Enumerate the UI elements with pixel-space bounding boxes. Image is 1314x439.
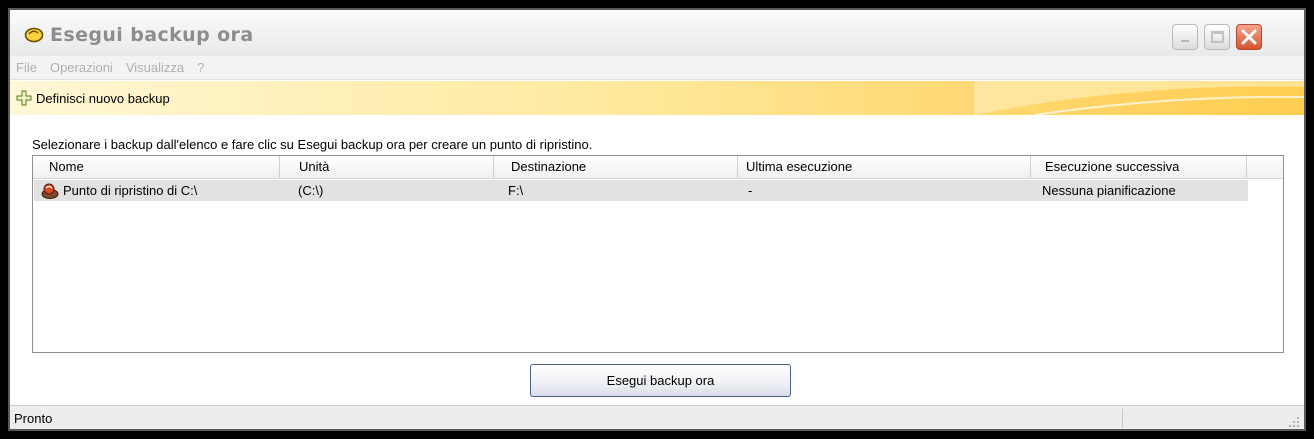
close-icon — [1241, 29, 1257, 45]
minimize-button[interactable] — [1172, 24, 1198, 50]
maximize-button[interactable] — [1204, 24, 1230, 50]
menu-visualizza[interactable]: Visualizza — [126, 60, 184, 75]
cell-ultima-esecuzione: - — [748, 183, 753, 198]
column-header-ultima-esecuzione[interactable]: Ultima esecuzione — [738, 156, 1031, 178]
define-new-backup-label: Definisci nuovo backup — [36, 90, 170, 106]
menu-help[interactable]: ? — [197, 60, 204, 75]
run-backup-now-button[interactable]: Esegui backup ora — [530, 364, 791, 397]
column-header-esecuzione-successiva[interactable]: Esecuzione successiva — [1031, 156, 1247, 178]
backup-list[interactable]: Nome Unità Destinazione Ultima esecuzion… — [32, 155, 1284, 353]
column-header-nome[interactable]: Nome — [33, 156, 280, 178]
define-new-backup-button[interactable]: Definisci nuovo backup — [16, 90, 170, 106]
status-divider — [1122, 409, 1123, 428]
cell-nome: Punto di ripristino di C:\ — [40, 180, 197, 201]
title-bar[interactable]: Esegui backup ora — [10, 10, 1304, 56]
cell-unita: (C:\) — [298, 183, 324, 198]
column-header-destinazione[interactable]: Destinazione — [494, 156, 738, 178]
toolbar: Definisci nuovo backup — [10, 81, 1304, 115]
instructions-text: Selezionare i backup dall'elenco e fare … — [32, 137, 593, 152]
maximize-icon — [1211, 31, 1224, 43]
menu-file[interactable]: File — [16, 60, 37, 75]
menu-bar: File Operazioni Visualizza ? — [10, 56, 1304, 80]
cell-esecuzione-successiva: Nessuna pianificazione — [1042, 183, 1176, 198]
minimize-icon — [1181, 40, 1189, 42]
status-text: Pronto — [14, 411, 53, 426]
menu-operazioni[interactable]: Operazioni — [50, 60, 113, 75]
column-header-unita[interactable]: Unità — [280, 156, 494, 178]
restore-point-icon — [41, 183, 59, 199]
cell-destinazione: F:\ — [508, 183, 524, 198]
resize-grip-icon[interactable] — [1288, 416, 1300, 428]
window-title: Esegui backup ora — [50, 24, 254, 46]
close-button[interactable] — [1236, 24, 1262, 50]
plus-icon — [16, 90, 32, 106]
app-window: Esegui backup ora File Operazioni Visual… — [8, 8, 1306, 431]
column-header-spare — [1247, 156, 1283, 178]
status-bar: Pronto — [10, 405, 1304, 429]
backup-app-icon — [24, 27, 44, 43]
table-row[interactable]: Punto di ripristino di C:\ (C:\) F:\ - N… — [34, 180, 1248, 201]
list-header: Nome Unità Destinazione Ultima esecuzion… — [33, 156, 1283, 179]
toolbar-decoration — [974, 81, 1304, 115]
row-name-text: Punto di ripristino di C:\ — [63, 183, 198, 198]
